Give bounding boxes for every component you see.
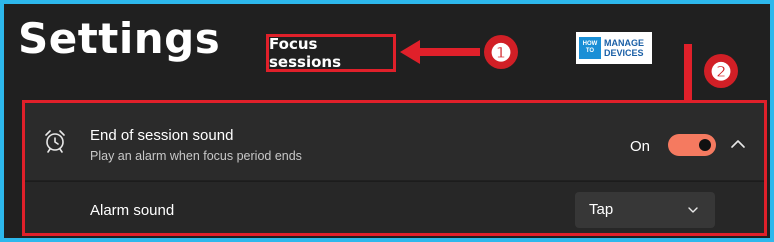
alarm-clock-icon [45,130,65,153]
page-title: Settings [18,14,221,63]
setting-title: End of session sound [90,127,234,144]
settings-window: Settings Focus sessions ❶ HOW TO MANAGE DE… [4,4,770,238]
how-to-manage-devices-logo: HOW TO MANAGE DEVICES [576,32,652,64]
logo-text: MANAGE DEVICES [604,38,644,58]
setting-description: Play an alarm when focus period ends [90,149,302,163]
chevron-up-icon[interactable] [730,138,746,150]
toggle-state-label: On [630,138,651,155]
section-highlight-box: Focus sessions [266,34,396,72]
chevron-down-icon [688,207,698,213]
alarm-sound-row: Alarm sound Tap [25,181,764,233]
end-of-session-sound-row[interactable]: End of session sound Play an alarm when … [25,103,764,180]
alarm-sound-label: Alarm sound [90,202,175,219]
section-title: Focus sessions [269,35,342,71]
alarm-sound-selected-value: Tap [589,201,614,218]
end-of-session-sound-toggle[interactable] [668,134,716,156]
alarm-sound-dropdown[interactable]: Tap [575,192,715,228]
logo-house-icon: HOW TO [579,37,601,59]
annotation-badge-1: ❶ [484,35,518,69]
setting-highlight-box: End of session sound Play an alarm when … [22,100,767,236]
annotation-badge-2: ❷ [704,54,738,88]
toggle-knob [699,139,711,151]
annotation-arrow-left [400,40,480,64]
